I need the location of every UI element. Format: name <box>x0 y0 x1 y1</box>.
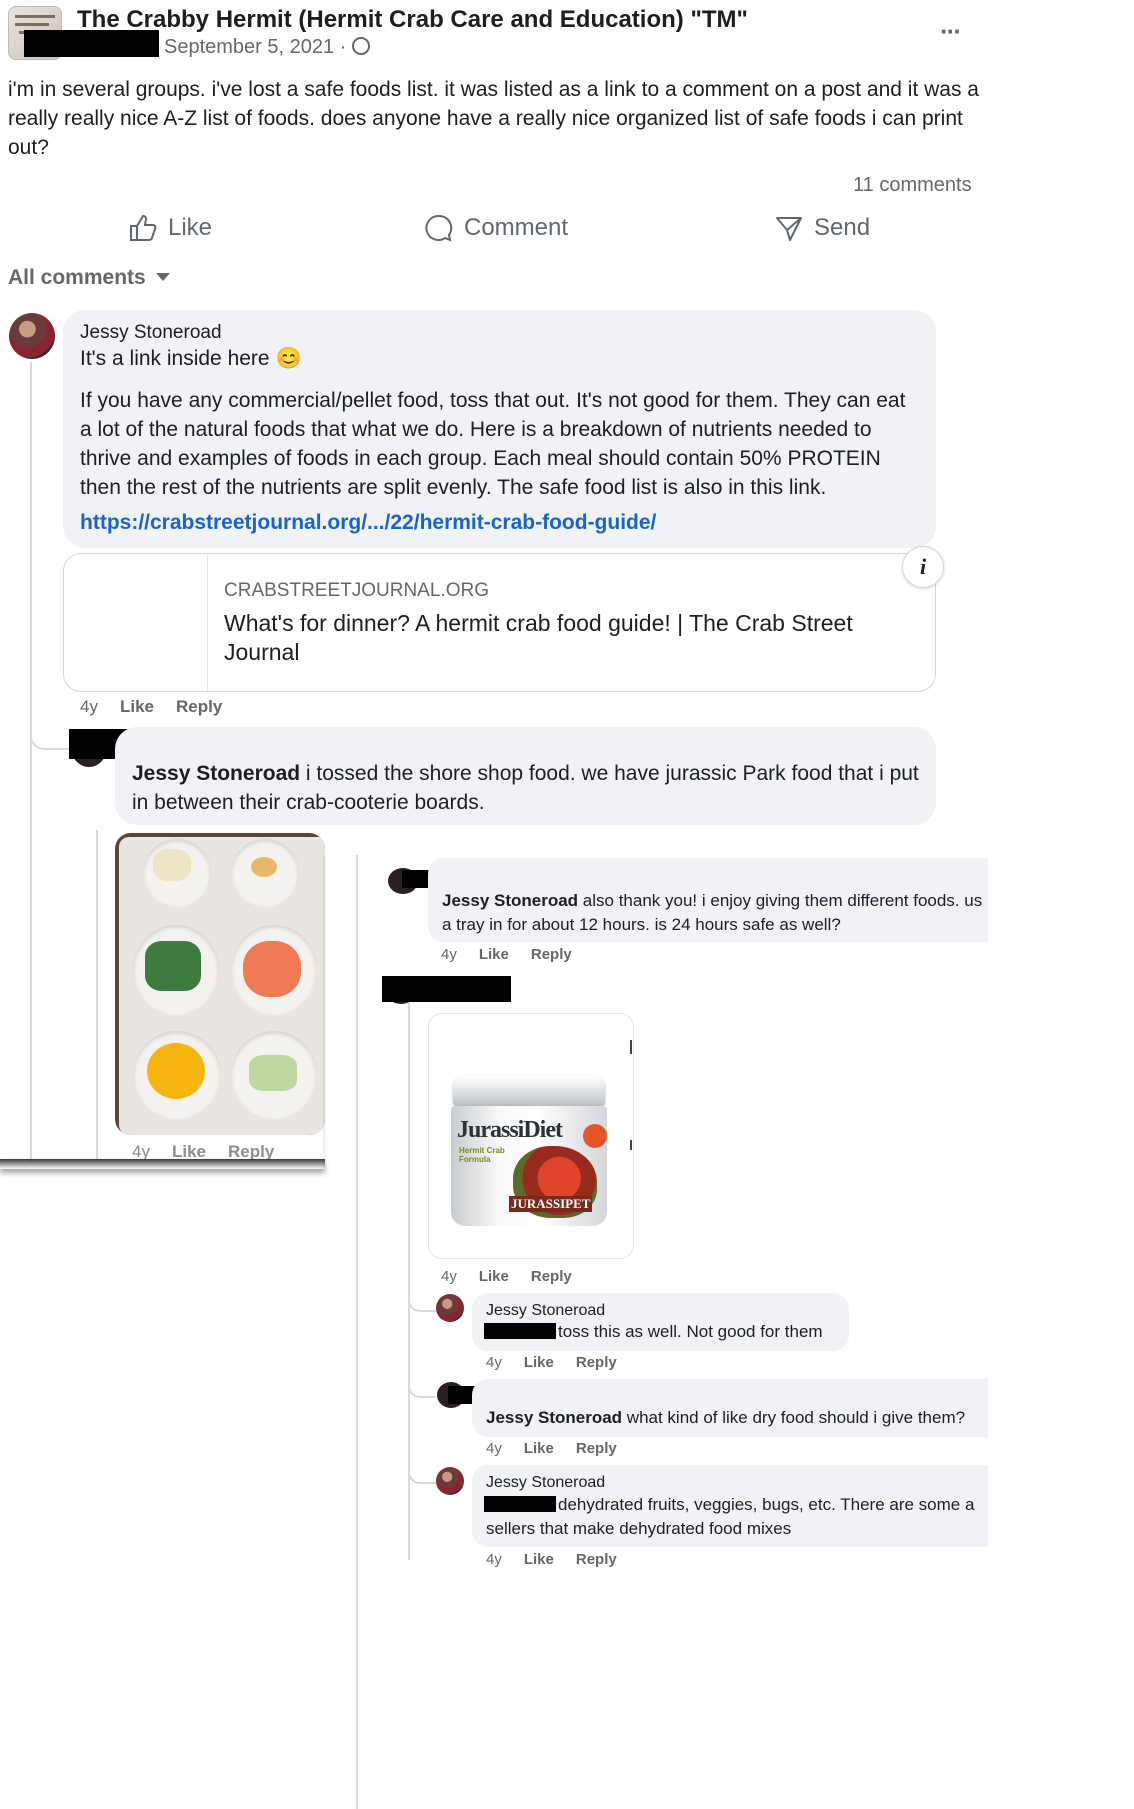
comment-time[interactable]: 4y <box>486 1440 502 1457</box>
comment-text: Jessy Stoneroad also thank you! i enjoy … <box>442 889 987 937</box>
avatar[interactable] <box>436 1294 464 1322</box>
comment-time[interactable]: 4y <box>486 1354 502 1371</box>
comment-meta: 4y Like Reply <box>132 1142 296 1160</box>
send-button[interactable]: Send <box>774 213 870 243</box>
screenshot-edge <box>323 855 327 1169</box>
comment-meta: 4y Like Reply <box>486 1440 639 1457</box>
comment-link[interactable]: https://crabstreetjournal.org/.../22/her… <box>80 511 656 535</box>
mention-link[interactable]: Jessy Stoneroad <box>132 762 300 785</box>
comment-meta: 4y Like Reply <box>80 697 244 717</box>
comment-time[interactable]: 4y <box>80 697 98 716</box>
product-brand: JurassiDiet <box>457 1117 563 1143</box>
post-date-text[interactable]: September 5, 2021 · <box>164 36 352 58</box>
thread-connector <box>408 1462 436 1484</box>
card-edge-mark <box>630 1040 632 1054</box>
comment-time[interactable]: 4y <box>441 946 457 963</box>
comment-text: Jessy Stoneroad i tossed the shore shop … <box>132 759 932 817</box>
comment-time[interactable]: 4y <box>486 1551 502 1568</box>
comment-reply-button[interactable]: Reply <box>576 1551 617 1568</box>
comment-author[interactable]: Jessy Stoneroad <box>486 1474 605 1492</box>
comment-like-button[interactable]: Like <box>524 1440 554 1457</box>
comment-text-body: dehydrated fruits, veggies, bugs, etc. T… <box>558 1495 975 1514</box>
more-options-icon[interactable]: ··· <box>940 16 962 47</box>
comment-time[interactable]: 4y <box>441 1268 457 1285</box>
link-preview-image <box>64 554 208 691</box>
comment-like-button[interactable]: Like <box>524 1354 554 1371</box>
speech-bubble-icon <box>425 214 453 242</box>
comment-text-body: what kind of like dry food should i give… <box>622 1408 966 1427</box>
comments-filter[interactable]: All comments <box>8 266 170 290</box>
post-text: i'm in several groups. i've lost a safe … <box>8 78 979 159</box>
mention-link[interactable]: Jessy Stoneroad <box>486 1408 622 1427</box>
food-tray-photo[interactable] <box>115 833 325 1135</box>
product-image-card[interactable]: JurassiDiet Hermit Crab Formula JURASSIP… <box>428 1013 634 1259</box>
thread-connector <box>408 1290 436 1312</box>
redacted-author <box>24 30 159 57</box>
comment-meta: 4y Like Reply <box>486 1551 639 1568</box>
comment-text: dehydrated fruits, veggies, bugs, etc. T… <box>558 1495 988 1515</box>
comment-author[interactable]: Jessy Stoneroad <box>486 1302 605 1320</box>
thread-line <box>30 362 32 1162</box>
thread-connector <box>30 726 72 750</box>
info-icon[interactable]: i <box>902 546 944 588</box>
comment-like-button[interactable]: Like <box>479 1268 509 1285</box>
product-subtitle: Hermit Crab Formula <box>459 1146 505 1164</box>
thumbs-up-icon <box>130 214 157 241</box>
product-logo: JURASSIPET <box>509 1196 593 1212</box>
comment-button[interactable]: Comment <box>424 213 568 243</box>
thread-line <box>356 855 358 1809</box>
post-date[interactable]: September 5, 2021 · <box>164 36 370 59</box>
comment-reply-button[interactable]: Reply <box>576 1354 617 1371</box>
comment-text-body-2: sellers that make dehydrated food mixes <box>486 1519 792 1538</box>
send-icon <box>776 217 802 241</box>
caret-down-icon <box>155 273 170 281</box>
comments-filter-label: All comments <box>8 266 146 289</box>
comment-meta: 4y Like Reply <box>441 946 594 963</box>
comment-meta: 4y Like Reply <box>486 1354 639 1371</box>
comment-reply-button[interactable]: Reply <box>531 1268 572 1285</box>
comment-time[interactable]: 4y <box>132 1142 150 1160</box>
comment-body: If you have any commercial/pellet food, … <box>80 389 906 499</box>
comment-like-button[interactable]: Like <box>524 1551 554 1568</box>
audience-icon <box>351 37 370 55</box>
redacted-name <box>382 976 511 1002</box>
comment-reply-button[interactable]: Reply <box>531 946 572 963</box>
comment-like-button[interactable]: Like <box>120 697 154 716</box>
comment-label: Comment <box>464 214 569 241</box>
send-label: Send <box>814 214 871 241</box>
comment-reply-button[interactable]: Reply <box>228 1142 274 1160</box>
link-preview-domain: CRABSTREETJOURNAL.ORG <box>224 580 489 601</box>
comment-text-body: also thank you! i enjoy giving them diff… <box>578 891 983 910</box>
comment-text-body-2: a tray in for about 12 hours. is 24 hour… <box>442 915 841 934</box>
comment-reply-button[interactable]: Reply <box>576 1440 617 1457</box>
comment-text: toss this as well. Not good for them <box>558 1322 823 1341</box>
like-button[interactable]: Like <box>128 213 212 243</box>
mention-link[interactable]: Jessy Stoneroad <box>442 891 578 910</box>
redacted-mention <box>484 1496 556 1512</box>
card-edge-mark <box>630 1140 632 1150</box>
comment-like-button[interactable]: Like <box>172 1142 206 1160</box>
comment-like-button[interactable]: Like <box>479 946 509 963</box>
comment-meta: 4y Like Reply <box>441 1268 594 1285</box>
comment-author[interactable]: Jessy Stoneroad <box>80 322 222 344</box>
avatar[interactable] <box>436 1467 464 1495</box>
screenshot-edge <box>0 1159 325 1169</box>
thread-connector <box>408 1376 436 1398</box>
avatar[interactable] <box>9 313 55 359</box>
like-label: Like <box>168 214 213 241</box>
redacted-mention <box>484 1323 556 1339</box>
jar-lid <box>453 1076 605 1106</box>
product-badge <box>583 1124 607 1148</box>
thread-line <box>96 830 98 1160</box>
comment-text: It's a link inside here 😊 <box>80 347 302 370</box>
comment-text: Jessy Stoneroad what kind of like dry fo… <box>486 1408 965 1428</box>
comment-reply-button[interactable]: Reply <box>176 697 222 716</box>
info-icon-glyph: i <box>919 554 927 579</box>
link-preview-title: What's for dinner? A hermit crab food gu… <box>224 610 853 665</box>
group-name[interactable]: The Crabby Hermit (Hermit Crab Care and … <box>77 6 748 34</box>
comments-count[interactable]: 11 comments <box>853 174 972 197</box>
